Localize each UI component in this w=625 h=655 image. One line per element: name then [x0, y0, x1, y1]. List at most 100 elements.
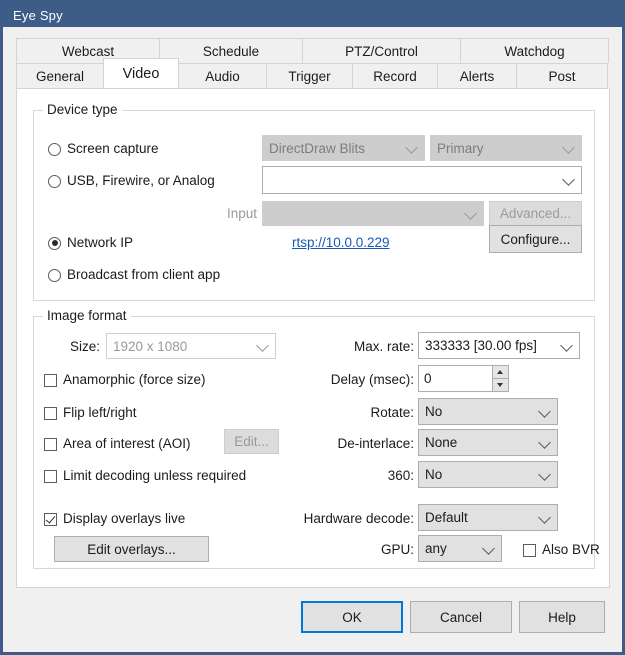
hardware-decode-label: Hardware decode: [274, 511, 414, 527]
checkbox-label: Flip left/right [63, 405, 137, 421]
chevron-down-icon [482, 542, 495, 555]
screen-capture-method-combo[interactable]: DirectDraw Blits [262, 135, 425, 161]
image-format-group: Image format Size: 1920 x 1080 Max. rate… [33, 316, 595, 569]
screen-capture-display-combo[interactable]: Primary [430, 135, 582, 161]
combo-value: No [425, 404, 442, 419]
button-label: Configure... [501, 232, 571, 247]
gpu-label: GPU: [334, 542, 414, 558]
radio-screen-capture[interactable]: Screen capture [48, 141, 159, 157]
dialog-footer: OK Cancel Help [3, 601, 622, 635]
delay-label: Delay (msec): [304, 372, 414, 388]
rotate-combo[interactable]: No [418, 398, 558, 425]
network-ip-url-link[interactable]: rtsp://10.0.0.229 [292, 235, 390, 250]
ok-button[interactable]: OK [301, 601, 403, 633]
device-type-group: Device type Screen capture DirectDraw Bl… [33, 110, 595, 301]
tab-label: Video [123, 66, 160, 82]
input-label: Input [224, 206, 257, 222]
combo-value: Primary [437, 141, 484, 156]
max-rate-label: Max. rate: [324, 339, 414, 355]
combo-value: any [425, 541, 447, 556]
checkbox-also-bvr[interactable]: Also BVR [523, 542, 600, 558]
radio-indicator [48, 143, 61, 156]
chevron-down-icon [538, 511, 551, 524]
tab-label: PTZ/Control [345, 44, 418, 59]
checkbox-indicator [44, 407, 57, 420]
rotate-label: Rotate: [304, 405, 414, 421]
tab-label: Webcast [62, 44, 114, 59]
window-title: Eye Spy [13, 8, 63, 23]
radio-label: Network IP [67, 235, 133, 251]
usb-device-combo[interactable] [262, 166, 582, 194]
chevron-down-icon [560, 339, 573, 352]
input-combo[interactable] [262, 201, 484, 226]
button-label: Edit... [234, 434, 269, 449]
deinterlace-combo[interactable]: None [418, 429, 558, 456]
checkbox-label: Display overlays live [63, 511, 185, 527]
chevron-down-icon [562, 141, 575, 154]
tab-strip: Webcast Schedule PTZ/Control Watchdog Ge… [16, 38, 610, 89]
tab-ptz-control[interactable]: PTZ/Control [302, 38, 461, 63]
tab-label: Watchdog [504, 44, 564, 59]
device-type-legend: Device type [43, 102, 122, 117]
tab-record[interactable]: Record [352, 63, 438, 89]
input-value: 0 [424, 371, 432, 386]
stepper-down-button[interactable] [492, 378, 509, 392]
combo-value: 333333 [30.00 fps] [425, 338, 537, 353]
radio-network-ip[interactable]: Network IP [48, 235, 133, 251]
deinterlace-label: De-interlace: [294, 436, 414, 452]
checkbox-anamorphic[interactable]: Anamorphic (force size) [44, 372, 206, 388]
checkbox-display-overlays-live[interactable]: Display overlays live [44, 511, 185, 527]
tab-schedule[interactable]: Schedule [159, 38, 303, 63]
tab-watchdog[interactable]: Watchdog [460, 38, 609, 63]
chevron-down-icon [405, 141, 418, 154]
tab-label: Alerts [460, 69, 495, 84]
tab-general[interactable]: General [16, 63, 104, 89]
tab-audio[interactable]: Audio [178, 63, 267, 89]
advanced-button[interactable]: Advanced... [489, 201, 582, 226]
configure-button[interactable]: Configure... [489, 225, 582, 253]
tab-label: Post [548, 69, 575, 84]
stepper-up-button[interactable] [492, 365, 509, 378]
combo-value: Default [425, 510, 468, 525]
edit-overlays-button[interactable]: Edit overlays... [54, 536, 209, 562]
checkbox-limit-decoding[interactable]: Limit decoding unless required [44, 468, 246, 484]
delay-stepper[interactable] [492, 365, 509, 392]
hardware-decode-combo[interactable]: Default [418, 504, 558, 531]
radio-broadcast-from-client-app[interactable]: Broadcast from client app [48, 267, 220, 283]
cancel-button[interactable]: Cancel [410, 601, 512, 633]
tab-video[interactable]: Video [103, 58, 179, 89]
checkbox-area-of-interest[interactable]: Area of interest (AOI) [44, 436, 191, 452]
help-button[interactable]: Help [519, 601, 605, 633]
tab-post[interactable]: Post [516, 63, 608, 89]
radio-label: Screen capture [67, 141, 159, 157]
size-label: Size: [58, 339, 100, 355]
checkbox-flip-left-right[interactable]: Flip left/right [44, 405, 137, 421]
max-rate-combo[interactable]: 333333 [30.00 fps] [418, 332, 580, 359]
chevron-down-icon [538, 405, 551, 418]
combo-value: None [425, 435, 457, 450]
title-bar: Eye Spy [3, 3, 622, 27]
video-tab-panel: Device type Screen capture DirectDraw Bl… [16, 88, 610, 588]
checkbox-label: Area of interest (AOI) [63, 436, 191, 452]
radio-usb-firewire-analog[interactable]: USB, Firewire, or Analog [48, 173, 215, 189]
delay-input[interactable]: 0 [418, 365, 493, 392]
combo-value: 1920 x 1080 [113, 339, 187, 354]
button-label: Cancel [440, 610, 482, 625]
tab-alerts[interactable]: Alerts [437, 63, 517, 89]
size-combo[interactable]: 1920 x 1080 [106, 333, 276, 359]
checkbox-label: Also BVR [542, 542, 600, 558]
gpu-combo[interactable]: any [418, 535, 502, 562]
tab-trigger[interactable]: Trigger [266, 63, 353, 89]
chevron-down-icon [562, 173, 575, 186]
button-label: OK [342, 610, 362, 625]
button-label: Edit overlays... [87, 542, 176, 557]
checkbox-label: Limit decoding unless required [63, 468, 246, 484]
threesixty-combo[interactable]: No [418, 461, 558, 488]
tab-label: Trigger [288, 69, 330, 84]
button-label: Advanced... [500, 206, 571, 221]
chevron-down-icon [538, 468, 551, 481]
checkbox-indicator [44, 470, 57, 483]
aoi-edit-button[interactable]: Edit... [224, 429, 279, 454]
radio-indicator [48, 269, 61, 282]
tab-row-lower: General Video Audio Trigger Record Alert… [16, 63, 610, 89]
